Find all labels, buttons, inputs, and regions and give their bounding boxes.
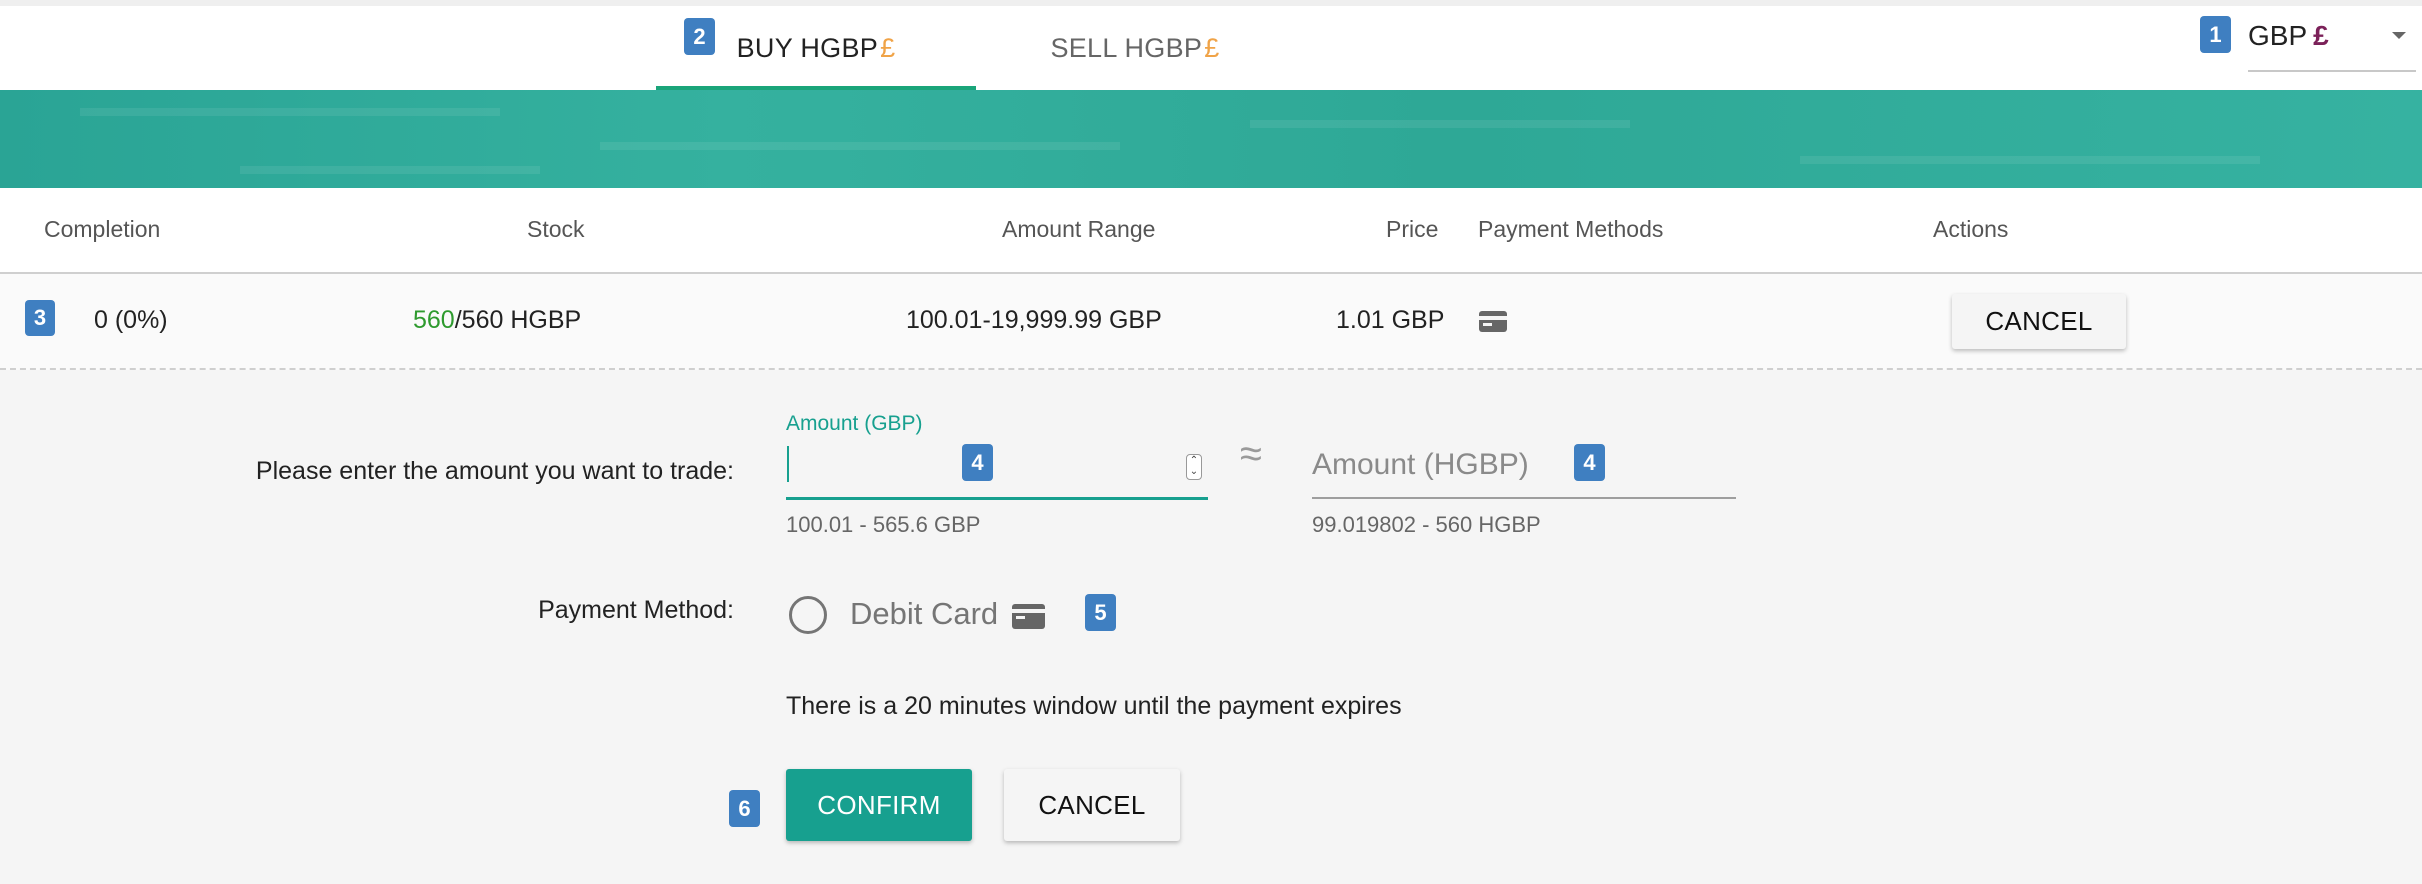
chevron-down-icon — [2392, 32, 2406, 39]
column-header-payment-methods: Payment Methods — [1478, 216, 1664, 242]
currency-select[interactable]: GBP £ — [2248, 20, 2416, 72]
amount-gbp-input[interactable]: ⌃ ⌄ — [786, 442, 1208, 498]
column-header-completion: Completion — [44, 216, 161, 242]
column-header-amount-range: Amount Range — [1002, 216, 1156, 242]
payment-expiry-notice: There is a 20 minutes window until the p… — [786, 692, 1402, 720]
amount-hgbp-hint: 99.019802 - 560 HGBP — [1312, 512, 1541, 537]
form-cancel-button[interactable]: CANCEL — [1004, 769, 1180, 841]
annotation-badge: 6 — [729, 790, 760, 827]
row-cancel-button[interactable]: CANCEL — [1952, 294, 2126, 349]
text-caret — [787, 446, 789, 482]
payment-method-label: Payment Method: — [538, 596, 734, 624]
completion-value: 0 (0%) — [94, 306, 168, 334]
amount-hgbp-underline — [1312, 497, 1736, 499]
amount-gbp-label: Amount (GBP) — [786, 412, 923, 435]
number-spinner[interactable]: ⌃ ⌄ — [1186, 454, 1202, 480]
annotation-badge: 4 — [962, 444, 993, 481]
column-header-price: Price — [1386, 216, 1439, 242]
tab-sell-hgbp[interactable]: SELL HGBP £ — [1000, 6, 1270, 90]
credit-card-icon — [1479, 311, 1507, 332]
tab-buy-hgbp[interactable]: BUY HGBP £ — [656, 6, 976, 90]
amount-hgbp-input[interactable]: Amount (HGBP) — [1312, 448, 1529, 482]
trade-form — [0, 370, 2422, 884]
offers-table-header: Completion Stock Amount Range Price Paym… — [0, 188, 2422, 274]
credit-card-icon — [1012, 604, 1045, 629]
annotation-badge: 3 — [25, 300, 55, 336]
annotation-badge: 4 — [1574, 444, 1605, 481]
pound-icon: £ — [880, 32, 896, 63]
stock-value: 560/560 HGBP — [413, 306, 582, 334]
amount-range-value: 100.01-19,999.99 GBP — [906, 306, 1162, 334]
price-value: 1.01 GBP — [1336, 306, 1445, 334]
tab-sell-label: SELL HGBP — [1050, 32, 1203, 63]
tab-buy-label: BUY HGBP — [736, 32, 879, 63]
debit-card-option-label[interactable]: Debit Card — [850, 596, 998, 632]
debit-card-radio[interactable] — [789, 596, 827, 634]
approx-icon: ≈ — [1240, 432, 1262, 476]
column-header-stock: Stock — [527, 216, 585, 242]
table-row: 3 0 (0%) 560/560 HGBP 100.01-19,999.99 G… — [0, 274, 2422, 370]
amount-prompt-label: Please enter the amount you want to trad… — [255, 457, 734, 485]
pound-icon: £ — [1204, 32, 1220, 63]
banner — [0, 90, 2422, 188]
amount-gbp-hint: 100.01 - 565.6 GBP — [786, 512, 981, 537]
annotation-badge: 5 — [1085, 594, 1116, 631]
currency-select-value: GBP £ — [2248, 20, 2329, 51]
column-header-actions: Actions — [1933, 216, 2009, 242]
confirm-button[interactable]: CONFIRM — [786, 769, 972, 841]
amount-gbp-underline — [786, 497, 1208, 500]
annotation-badge: 1 — [2200, 16, 2231, 53]
